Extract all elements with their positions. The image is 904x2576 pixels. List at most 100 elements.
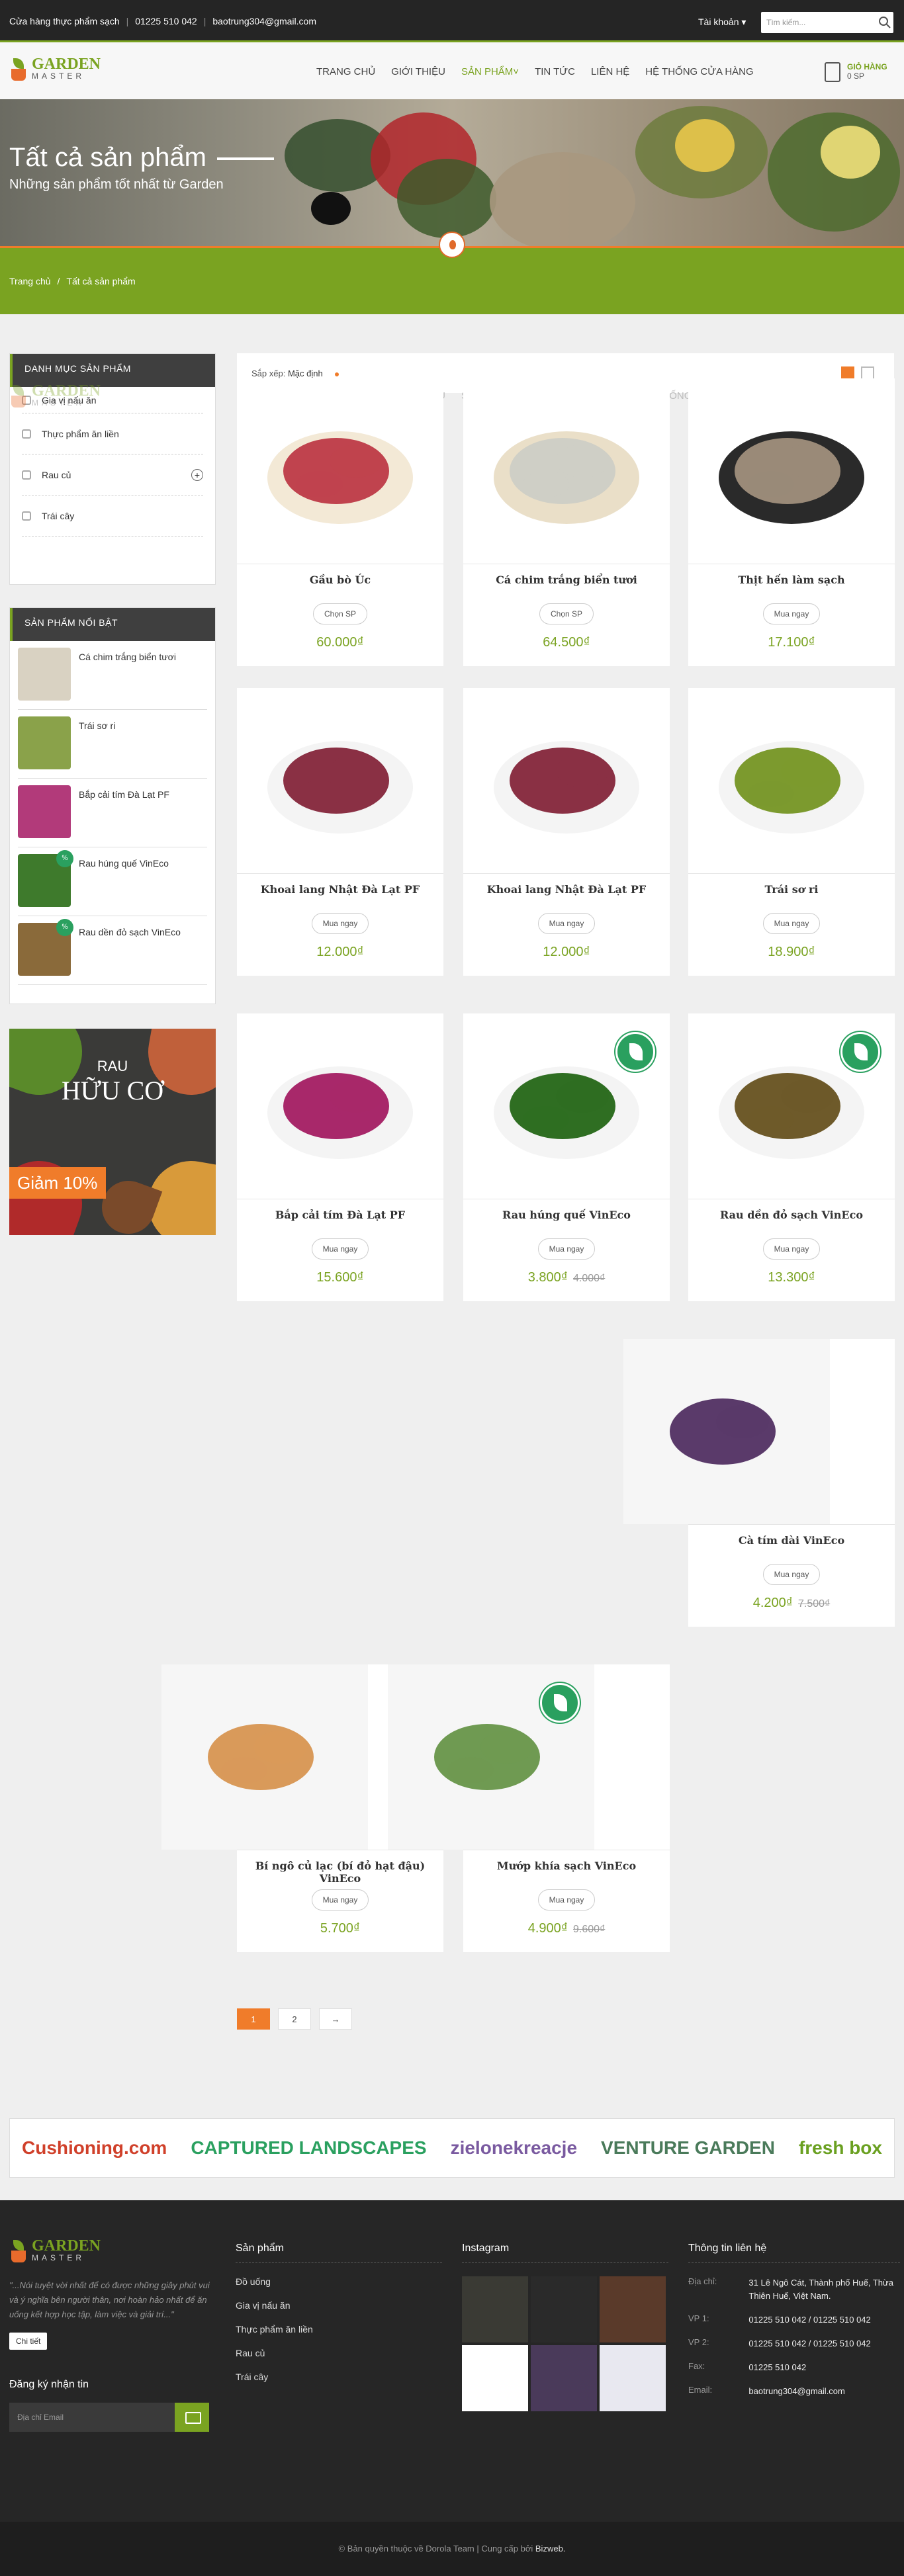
- product-name[interactable]: Trái sơ ri: [688, 873, 895, 902]
- category-item[interactable]: Rau củ +: [22, 454, 203, 495]
- footer-link[interactable]: Rau củ: [236, 2348, 442, 2358]
- cart-button[interactable]: GIỎ HÀNG 0 SP: [825, 62, 887, 82]
- product-card[interactable]: Rau húng quế VinEco Mua ngay 3.800₫ 4.000…: [463, 1013, 670, 1301]
- brand-logo[interactable]: fresh box: [799, 2137, 882, 2159]
- product-card[interactable]: Khoai lang Nhật Đà Lạt PF Mua ngay 12.00…: [463, 688, 670, 976]
- product-name[interactable]: Bắp cải tím Đà Lạt PF: [237, 1199, 443, 1228]
- instagram-photo[interactable]: [600, 2345, 666, 2411]
- product-name[interactable]: Rau dền đỏ sạch VinEco: [688, 1199, 895, 1228]
- product-card[interactable]: Thịt hến làm sạch Mua ngay 17.100₫: [688, 378, 895, 666]
- buy-button[interactable]: Mua ngay: [537, 1889, 596, 1911]
- page-1[interactable]: 1: [237, 2008, 270, 2030]
- product-name[interactable]: Cá chim trắng biển tươi: [463, 564, 670, 593]
- brand-logo[interactable]: zielonekreacje: [451, 2137, 577, 2159]
- product-image[interactable]: [237, 688, 443, 873]
- buy-button[interactable]: Chọn SP: [539, 603, 594, 624]
- buy-button[interactable]: Mua ngay: [762, 913, 821, 934]
- product-image[interactable]: [161, 1664, 368, 1850]
- nav-contact[interactable]: LIÊN HỆ: [591, 66, 629, 77]
- provider-link[interactable]: Bizweb.: [535, 2544, 566, 2554]
- instagram-photo[interactable]: [462, 2276, 528, 2342]
- buy-button[interactable]: Chọn SP: [312, 603, 368, 624]
- product-image[interactable]: [688, 378, 895, 564]
- brand-logo[interactable]: CAPTURED LANDSCAPES: [191, 2137, 426, 2159]
- product-image[interactable]: [388, 1664, 594, 1850]
- promo-banner[interactable]: RAU HỮU CƠ Giảm 10%: [9, 1029, 216, 1235]
- product-name[interactable]: Mướp khía sạch VinEco: [463, 1850, 670, 1879]
- buy-button[interactable]: Mua ngay: [311, 1238, 369, 1260]
- product-image[interactable]: [688, 1013, 895, 1199]
- footer-link[interactable]: Gia vị nấu ăn: [236, 2300, 442, 2311]
- featured-item[interactable]: Bắp cải tím Đà Lạt PF: [18, 779, 207, 847]
- category-item[interactable]: Gia vị nấu ăn: [22, 387, 203, 413]
- featured-item[interactable]: Trái sơ ri: [18, 710, 207, 779]
- nav-stores[interactable]: HỆ THỐNG CỬA HÀNG: [645, 66, 753, 77]
- product-image[interactable]: [237, 378, 443, 564]
- search-input[interactable]: Tìm kiếm...: [761, 18, 876, 27]
- buy-button[interactable]: Mua ngay: [311, 913, 369, 934]
- category-item[interactable]: Trái cây: [22, 495, 203, 537]
- buy-button[interactable]: Mua ngay: [311, 1889, 369, 1911]
- product-image[interactable]: [463, 688, 670, 873]
- email-link[interactable]: baotrung304@gmail.com: [212, 16, 316, 26]
- product-card[interactable]: Cá chim trắng biển tươi Chọn SP 64.500₫: [463, 378, 670, 666]
- footer-logo[interactable]: GARDEN MASTER: [9, 2238, 214, 2262]
- product-image[interactable]: [623, 1339, 830, 1524]
- buy-button[interactable]: Mua ngay: [537, 1238, 596, 1260]
- account-dropdown[interactable]: Tài khoản ▾: [698, 17, 746, 28]
- instagram-photo[interactable]: [600, 2276, 666, 2342]
- logo[interactable]: GARDEN MASTER: [9, 56, 101, 81]
- product-card[interactable]: Mướp khía sạch VinEco Mua ngay 4.900₫ 9.6…: [388, 1664, 670, 1952]
- product-name[interactable]: Khoai lang Nhật Đà Lạt PF: [237, 873, 443, 902]
- nav-home[interactable]: TRANG CHỦ: [316, 66, 375, 77]
- page-2[interactable]: 2: [278, 2008, 311, 2030]
- product-card[interactable]: Gầu bò Úc Chọn SP 60.000₫: [237, 378, 443, 666]
- featured-item[interactable]: % Rau húng quế VinEco: [18, 847, 207, 916]
- nav-about[interactable]: GIỚI THIỆU: [391, 66, 445, 77]
- product-image[interactable]: [463, 1013, 670, 1199]
- breadcrumb-home[interactable]: Trang chủ: [9, 276, 51, 286]
- instagram-photo[interactable]: [531, 2345, 597, 2411]
- nav-news[interactable]: TIN TỨC: [535, 66, 575, 77]
- buy-button[interactable]: Mua ngay: [762, 1564, 821, 1585]
- mail-icon[interactable]: [175, 2403, 209, 2432]
- search-icon[interactable]: [876, 14, 893, 31]
- category-item[interactable]: Thực phẩm ăn liền: [22, 413, 203, 454]
- list-view-icon[interactable]: [861, 366, 874, 380]
- product-name[interactable]: Gầu bò Úc: [237, 564, 443, 593]
- product-card[interactable]: Bắp cải tím Đà Lạt PF Mua ngay 15.600₫: [237, 1013, 443, 1301]
- buy-button[interactable]: Mua ngay: [537, 913, 596, 934]
- phone-link[interactable]: 01225 510 042: [135, 16, 197, 26]
- nav-products[interactable]: SẢN PHẨM˅: [461, 66, 519, 77]
- featured-item[interactable]: Cá chim trắng biển tươi: [18, 641, 207, 710]
- grid-view-icon[interactable]: [841, 366, 854, 380]
- product-image[interactable]: [688, 688, 895, 873]
- brand-logo[interactable]: VENTURE GARDEN: [601, 2137, 775, 2159]
- featured-item[interactable]: % Rau dền đỏ sạch VinEco: [18, 916, 207, 985]
- product-card[interactable]: Rau dền đỏ sạch VinEco Mua ngay 13.300₫: [688, 1013, 895, 1301]
- product-card[interactable]: Khoai lang Nhật Đà Lạt PF Mua ngay 12.00…: [237, 688, 443, 976]
- instagram-photo[interactable]: [462, 2345, 528, 2411]
- footer-more-button[interactable]: Chi tiết: [9, 2333, 48, 2350]
- sort-select[interactable]: Sắp xếp: Mặc định: [251, 368, 339, 378]
- next-page-icon[interactable]: →: [319, 2008, 352, 2030]
- buy-button[interactable]: Mua ngay: [762, 603, 821, 624]
- brand-logo[interactable]: Cushioning.com: [22, 2137, 167, 2159]
- product-image[interactable]: [463, 378, 670, 564]
- instagram-photo[interactable]: [531, 2276, 597, 2342]
- product-card[interactable]: Trái sơ ri Mua ngay 18.900₫: [688, 688, 895, 976]
- footer-link[interactable]: Trái cây: [236, 2372, 442, 2382]
- product-name[interactable]: Thịt hến làm sạch: [688, 564, 895, 593]
- footer-link[interactable]: Thực phẩm ăn liền: [236, 2324, 442, 2335]
- newsletter-email-input[interactable]: Địa chỉ Email: [9, 2403, 175, 2432]
- buy-button[interactable]: Mua ngay: [762, 1238, 821, 1260]
- search-box[interactable]: Tìm kiếm...: [761, 12, 893, 33]
- footer-link[interactable]: Đồ uống: [236, 2276, 442, 2287]
- expand-icon[interactable]: +: [191, 469, 203, 481]
- product-image[interactable]: [237, 1013, 443, 1199]
- product-card[interactable]: Cà tím dài VinEco Mua ngay 4.200₫ 7.500₫: [623, 1339, 895, 1627]
- product-name[interactable]: Khoai lang Nhật Đà Lạt PF: [463, 873, 670, 902]
- product-name[interactable]: Cà tím dài VinEco: [688, 1524, 895, 1553]
- product-name[interactable]: Bí ngô củ lạc (bí đỏ hạt đậu) VinEco: [237, 1850, 443, 1885]
- product-name[interactable]: Rau húng quế VinEco: [463, 1199, 670, 1228]
